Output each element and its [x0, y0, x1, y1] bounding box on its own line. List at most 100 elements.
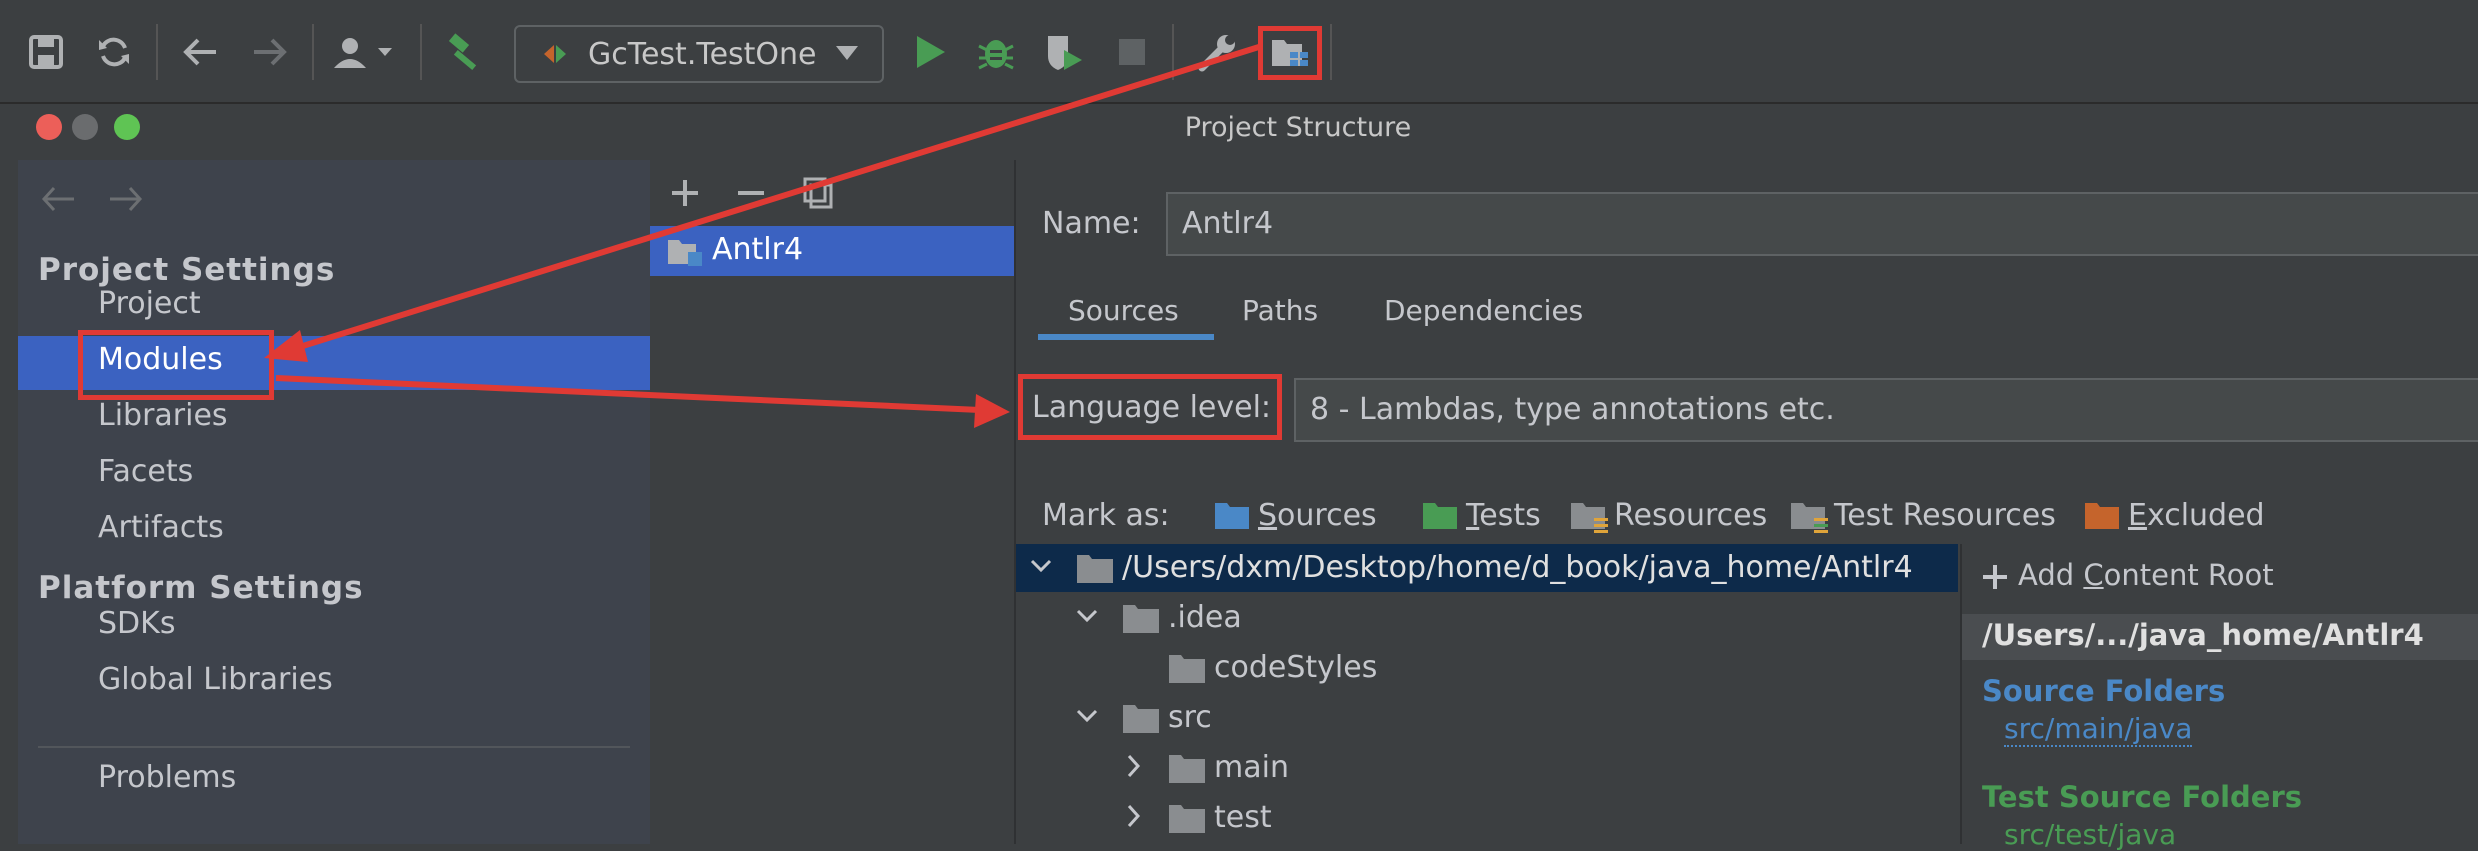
nav-item-label: Artifacts — [98, 510, 224, 545]
build-hammer-icon[interactable] — [436, 24, 492, 80]
tab-paths[interactable]: Paths — [1242, 294, 1318, 327]
module-name-field[interactable]: Antlr4 — [1166, 192, 2478, 256]
module-detail-pane: Name: Antlr4 Sources Paths Dependencies … — [1016, 160, 2478, 851]
resources-folder-icon — [1571, 503, 1608, 533]
mark-tests-label: ests — [1479, 498, 1541, 533]
test-source-folder-link[interactable]: src/test/java — [2004, 818, 2176, 851]
mark-as-label: Mark as: — [1042, 498, 1170, 533]
run-icon[interactable] — [902, 24, 958, 80]
dialog-titlebar: Project Structure — [18, 104, 2478, 162]
content-roots-panel: Add Content Root /Users/.../java_home/An… — [1960, 544, 2478, 851]
sources-folder-icon — [1215, 503, 1249, 529]
source-folders-heading: Source Folders — [1982, 674, 2226, 708]
nav-item-label: Facets — [98, 454, 194, 489]
nav-item-global-libraries[interactable]: Global Libraries — [18, 656, 650, 710]
nav-item-label: SDKs — [98, 606, 176, 641]
user-icon[interactable] — [330, 24, 404, 80]
forward-icon[interactable] — [242, 24, 298, 80]
nav-item-sdks[interactable]: SDKs — [18, 600, 650, 654]
highlight-project-structure — [1258, 26, 1322, 80]
chevron-right-icon[interactable] — [1126, 754, 1142, 778]
name-label: Name: — [1042, 206, 1141, 241]
mark-excluded-label: xcluded — [2146, 498, 2265, 533]
add-icon[interactable] — [670, 178, 700, 208]
tab-dependencies[interactable]: Dependencies — [1384, 294, 1583, 327]
active-tab-indicator — [1038, 334, 1214, 340]
mark-resources-label: Resources — [1614, 498, 1768, 533]
add-icon — [1983, 565, 2007, 589]
content-root-tree: /Users/dxm/Desktop/home/d_book/java_home… — [1016, 544, 1958, 844]
main-toolbar: GcTest.TestOne — [0, 0, 2478, 104]
test-source-folders-heading: Test Source Folders — [1982, 780, 2303, 814]
remove-icon[interactable] — [736, 178, 766, 208]
content-root-header[interactable]: /Users/.../java_home/Antlr4 — [1962, 614, 2478, 660]
chevron-down-icon[interactable] — [1030, 558, 1052, 574]
dialog-title: Project Structure — [1184, 112, 1412, 143]
tree-row-root[interactable]: /Users/dxm/Desktop/home/d_book/java_home… — [1016, 544, 1958, 592]
tree-item-label: codeStyles — [1214, 650, 1378, 685]
tree-item-label: src — [1168, 700, 1212, 735]
tree-row-test[interactable]: test — [1016, 794, 1958, 842]
language-level-dropdown[interactable]: 8 - Lambdas, type annotations etc. — [1294, 378, 2478, 442]
tree-row-codestyles[interactable]: codeStyles — [1016, 644, 1958, 692]
nav-item-artifacts[interactable]: Artifacts — [18, 504, 650, 558]
mark-test-resources-label: Test Resources — [1834, 498, 2056, 533]
run-configuration-dropdown[interactable]: GcTest.TestOne — [514, 25, 884, 83]
nav-item-label: Global Libraries — [98, 662, 333, 697]
tree-row-idea[interactable]: .idea — [1016, 594, 1958, 642]
folder-icon — [1123, 705, 1159, 733]
nav-item-problems[interactable]: Problems — [18, 754, 650, 808]
nav-item-label: Libraries — [98, 398, 228, 433]
highlight-language-level — [1018, 374, 1282, 440]
tree-row-main[interactable]: main — [1016, 744, 1958, 792]
settings-navigation: Project Settings Project Modules Librari… — [18, 160, 650, 844]
chevron-right-icon[interactable] — [1126, 804, 1142, 828]
nav-item-facets[interactable]: Facets — [18, 448, 650, 502]
back-icon[interactable] — [40, 184, 76, 214]
project-structure-dialog: Project Structure Project Settings Proje… — [18, 104, 2478, 851]
language-level-value: 8 - Lambdas, type annotations etc. — [1310, 392, 1835, 427]
divider — [38, 746, 630, 748]
highlight-modules — [78, 330, 274, 400]
module-folder-icon — [668, 240, 702, 266]
save-icon[interactable] — [18, 24, 74, 80]
folder-icon — [1169, 755, 1205, 783]
stop-icon[interactable] — [1104, 24, 1160, 80]
run-config-label: GcTest.TestOne — [588, 37, 817, 72]
folder-icon — [1123, 605, 1159, 633]
sync-icon[interactable] — [86, 24, 142, 80]
chevron-down-icon[interactable] — [1076, 608, 1098, 624]
folder-icon — [1169, 655, 1205, 683]
back-icon[interactable] — [172, 24, 228, 80]
nav-item-libraries[interactable]: Libraries — [18, 392, 650, 446]
tree-item-label: test — [1214, 800, 1272, 835]
module-list-item[interactable]: Antlr4 — [650, 226, 1014, 276]
nav-item-label: Project — [98, 286, 201, 321]
module-name: Antlr4 — [712, 232, 804, 267]
copy-icon[interactable] — [802, 176, 834, 210]
nav-item-project[interactable]: Project — [18, 280, 650, 334]
wrench-icon[interactable] — [1190, 24, 1246, 80]
source-folder-link[interactable]: src/main/java — [2004, 712, 2193, 747]
chevron-down-icon[interactable] — [1076, 708, 1098, 724]
add-content-root-label-pre: Add — [2018, 558, 2084, 592]
tests-folder-icon — [1423, 503, 1457, 529]
modules-list-pane: Antlr4 — [650, 160, 1016, 844]
folder-icon — [1077, 555, 1113, 583]
debug-icon[interactable] — [968, 24, 1024, 80]
nav-item-label: Problems — [98, 760, 237, 795]
coverage-icon[interactable] — [1036, 24, 1092, 80]
forward-icon[interactable] — [108, 184, 144, 214]
folder-icon — [1169, 805, 1205, 833]
module-name-value: Antlr4 — [1182, 206, 1274, 241]
tree-root-path: /Users/dxm/Desktop/home/d_book/java_home… — [1122, 550, 1913, 585]
chevron-down-icon — [836, 46, 858, 60]
tree-item-label: main — [1214, 750, 1289, 785]
tree-row-src[interactable]: src — [1016, 694, 1958, 742]
add-content-root-label-rest: ontent Root — [2103, 558, 2274, 592]
tab-sources[interactable]: Sources — [1068, 294, 1179, 327]
run-config-icon — [544, 45, 566, 63]
content-root-path: /Users/.../java_home/Antlr4 — [1982, 618, 2424, 652]
excluded-folder-icon — [2085, 503, 2119, 529]
test-resources-folder-icon — [1791, 503, 1828, 533]
